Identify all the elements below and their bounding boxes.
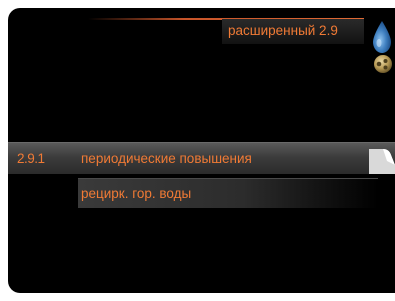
water-drop-icon (373, 21, 391, 53)
menu-item-periodic-increase[interactable]: 2.9.1 периодические повышения (8, 142, 395, 174)
menu-item-hot-water-circulation[interactable]: рецирк. гор. воды (78, 178, 378, 208)
menu-item-label: периодические повышения (81, 151, 252, 166)
page-title: расширенный 2.9 (222, 19, 364, 44)
display-screen: расширенный 2.9 2.9.1 периодические повы… (8, 8, 395, 293)
page-corner-icon (369, 149, 395, 174)
menu-item-number: 2.9.1 (17, 151, 45, 166)
gear-icon (374, 55, 392, 73)
menu-item-label: рецирк. гор. воды (81, 186, 192, 201)
